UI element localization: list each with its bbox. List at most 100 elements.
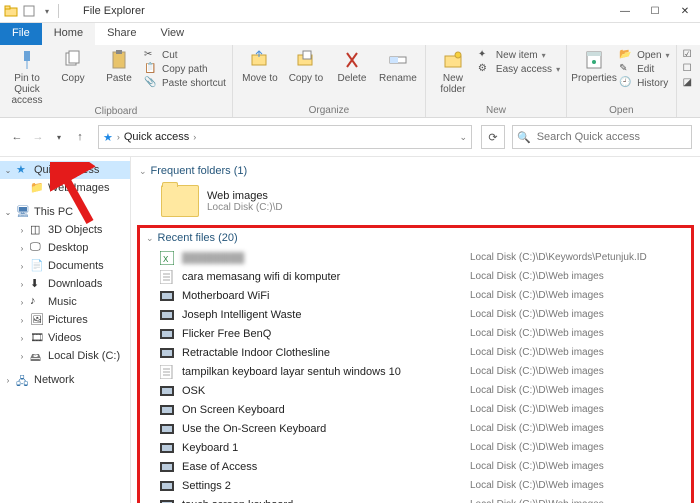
- copy-path-icon: 📋: [144, 63, 158, 75]
- file-icon: [160, 270, 174, 284]
- recent-file-row[interactable]: Keyboard 1 Local Disk (C:)\D\Web images: [144, 438, 687, 457]
- folder-name: Web images: [207, 190, 283, 202]
- rename-button[interactable]: Rename: [377, 47, 419, 84]
- edit-button[interactable]: ✎Edit: [619, 63, 669, 75]
- properties-icon[interactable]: [22, 4, 36, 18]
- file-icon: [160, 479, 174, 493]
- group-title: Clipboard: [6, 106, 226, 118]
- star-icon: ★: [16, 163, 30, 177]
- frequent-header[interactable]: ⌄Frequent folders (1): [139, 165, 694, 177]
- ribbon-group-clipboard: Pin to Quick access Copy Paste ✂Cut 📋Cop…: [0, 45, 233, 117]
- ribbon-group-open: Properties 📂Open▾ ✎Edit 🕘History Open: [567, 45, 676, 117]
- quick-access-toolbar: ▾: [0, 4, 77, 18]
- recent-file-row[interactable]: Joseph Intelligent WasteLocal Disk (C:)\…: [144, 305, 687, 324]
- documents-icon: 📄: [30, 259, 44, 273]
- select-all-button[interactable]: ☑Select all: [683, 49, 700, 61]
- invert-selection-button[interactable]: ◪Invert selection: [683, 77, 700, 89]
- recent-file-row[interactable]: Ease of AccessLocal Disk (C:)\D\Web imag…: [144, 457, 687, 476]
- pin-quick-access-button[interactable]: Pin to Quick access: [6, 47, 48, 106]
- chevron-right-icon[interactable]: ›: [117, 132, 120, 142]
- sidebar-item-3d-objects[interactable]: ›◫3D Objects: [0, 221, 130, 239]
- sidebar-item-quick-access[interactable]: ⌄★Quick access: [0, 161, 130, 179]
- search-box[interactable]: 🔍: [512, 125, 692, 149]
- file-name: OSK: [182, 385, 462, 397]
- sidebar-item-web-images[interactable]: 📁Web Images: [0, 179, 130, 197]
- sidebar-item-local-disk[interactable]: ›🖴Local Disk (C:): [0, 347, 130, 365]
- paste-button[interactable]: Paste: [98, 47, 140, 84]
- refresh-button[interactable]: ⟳: [481, 125, 505, 149]
- file-name: tampilkan keyboard layar sentuh windows …: [182, 366, 462, 378]
- file-icon: [160, 441, 174, 455]
- navigation-pane: ⌄★Quick access 📁Web Images ⌄🖥This PC ›◫3…: [0, 157, 131, 503]
- forward-button[interactable]: →: [29, 128, 47, 146]
- copy-button[interactable]: Copy: [52, 47, 94, 84]
- recent-file-row[interactable]: touch screen keyboardLocal Disk (C:)\D\W…: [144, 495, 687, 503]
- recent-file-row[interactable]: tampilkan keyboard layar sentuh windows …: [144, 362, 687, 381]
- new-folder-button[interactable]: New folder: [432, 47, 474, 95]
- ribbon-tabs: File Home Share View: [0, 23, 700, 45]
- tab-view[interactable]: View: [148, 23, 196, 45]
- sidebar-item-downloads[interactable]: ›⬇Downloads: [0, 275, 130, 293]
- up-button[interactable]: ↑: [71, 128, 89, 146]
- tab-home[interactable]: Home: [42, 23, 95, 45]
- recent-file-row[interactable]: On Screen KeyboardLocal Disk (C:)\D\Web …: [144, 400, 687, 419]
- close-button[interactable]: ✕: [670, 0, 700, 22]
- file-path: Local Disk (C:)\D\Web images: [470, 499, 604, 503]
- qat-dropdown-icon[interactable]: ▾: [40, 4, 54, 18]
- sidebar-item-network[interactable]: ›🖧Network: [0, 371, 130, 389]
- frequent-folder-item[interactable]: Web images Local Disk (C:)\D: [137, 181, 694, 225]
- recent-locations-button[interactable]: ▾: [50, 128, 68, 146]
- recent-file-row[interactable]: cara memasang wifi di komputerLocal Disk…: [144, 267, 687, 286]
- address-dropdown-icon[interactable]: ⌄: [459, 132, 467, 143]
- sidebar-item-music[interactable]: ›♪Music: [0, 293, 130, 311]
- recent-file-row[interactable]: Flicker Free BenQLocal Disk (C:)\D\Web i…: [144, 324, 687, 343]
- sidebar-item-videos[interactable]: ›🎞Videos: [0, 329, 130, 347]
- copy-to-button[interactable]: Copy to: [285, 47, 327, 84]
- file-name: cara memasang wifi di komputer: [182, 271, 462, 283]
- address-bar[interactable]: ★ › Quick access › ⌄: [98, 125, 472, 149]
- properties-button[interactable]: Properties: [573, 47, 615, 84]
- recent-file-row[interactable]: Retractable Indoor ClotheslineLocal Disk…: [144, 343, 687, 362]
- recent-file-row[interactable]: Use the On-Screen KeyboardLocal Disk (C:…: [144, 419, 687, 438]
- open-button[interactable]: 📂Open▾: [619, 49, 669, 61]
- tab-share[interactable]: Share: [95, 23, 148, 45]
- sidebar-item-documents[interactable]: ›📄Documents: [0, 257, 130, 275]
- recent-file-row[interactable]: X████████Local Disk (C:)\D\Keywords\Petu…: [144, 248, 687, 267]
- easy-access-button[interactable]: ⚙Easy access▾: [478, 63, 560, 75]
- chevron-right-icon[interactable]: ›: [193, 132, 196, 142]
- recent-file-row[interactable]: Motherboard WiFiLocal Disk (C:)\D\Web im…: [144, 286, 687, 305]
- cut-button[interactable]: ✂Cut: [144, 49, 226, 61]
- select-none-button[interactable]: ☐Select none: [683, 63, 700, 75]
- move-to-button[interactable]: Move to: [239, 47, 281, 84]
- file-name: Keyboard 1: [182, 442, 462, 454]
- scissors-icon: ✂: [144, 49, 158, 61]
- paste-shortcut-button[interactable]: 📎Paste shortcut: [144, 77, 226, 89]
- back-button[interactable]: ←: [8, 128, 26, 146]
- tab-file[interactable]: File: [0, 23, 42, 45]
- history-button[interactable]: 🕘History: [619, 77, 669, 89]
- folder-icon[interactable]: [4, 4, 18, 18]
- search-input[interactable]: [535, 130, 687, 144]
- maximize-button[interactable]: ☐: [640, 0, 670, 22]
- window-title: File Explorer: [77, 5, 610, 17]
- sidebar-item-this-pc[interactable]: ⌄🖥This PC: [0, 203, 130, 221]
- breadcrumb-segment[interactable]: Quick access: [124, 131, 189, 143]
- new-item-button[interactable]: ✦New item▾: [478, 49, 560, 61]
- frequent-folders-section: ⌄Frequent folders (1) Web images Local D…: [137, 165, 694, 225]
- file-name: Joseph Intelligent Waste: [182, 309, 462, 321]
- minimize-button[interactable]: —: [610, 0, 640, 22]
- sidebar-item-pictures[interactable]: ›🖼Pictures: [0, 311, 130, 329]
- file-icon: [160, 346, 174, 360]
- delete-button[interactable]: Delete: [331, 47, 373, 84]
- file-path: Local Disk (C:)\D\Web images: [470, 442, 604, 453]
- recent-file-row[interactable]: OSKLocal Disk (C:)\D\Web images: [144, 381, 687, 400]
- copy-path-button[interactable]: 📋Copy path: [144, 63, 226, 75]
- recent-header[interactable]: ⌄Recent files (20): [146, 232, 687, 244]
- file-name: Retractable Indoor Clothesline: [182, 347, 462, 359]
- recent-file-row[interactable]: Settings 2Local Disk (C:)\D\Web images: [144, 476, 687, 495]
- file-icon: [160, 308, 174, 322]
- file-name: Settings 2: [182, 480, 462, 492]
- group-title: Open: [573, 105, 669, 117]
- sidebar-item-desktop[interactable]: ›🖵Desktop: [0, 239, 130, 257]
- file-icon: [160, 365, 174, 379]
